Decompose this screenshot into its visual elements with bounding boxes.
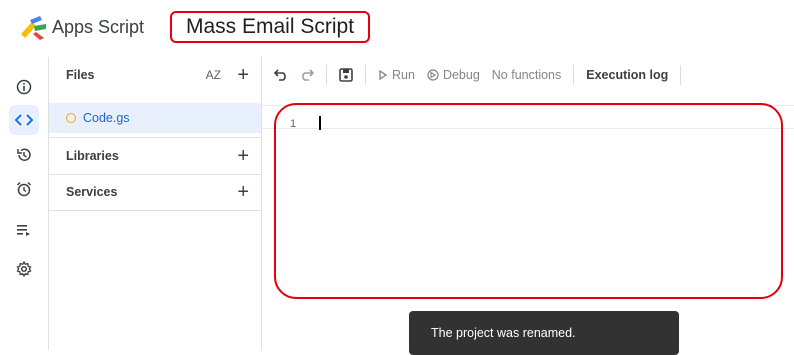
add-service-plus-icon[interactable]: + [237,181,249,204]
play-icon [379,70,388,80]
top-bar: Apps Script Mass Email Script [0,0,794,56]
app-name[interactable]: Apps Script [52,17,144,38]
files-header: Files AZ + [49,57,261,93]
file-name: Code.gs [83,111,130,125]
history-icon [17,148,31,161]
toast-message: The project was renamed. [431,326,576,340]
editor-toolbar: Run Debug No functions Execution log [262,57,794,93]
function-select[interactable]: No functions [492,68,561,82]
editor-highlight-annotation [274,103,783,299]
run-button[interactable]: Run [378,68,415,82]
libraries-label: Libraries [66,149,119,163]
redo-icon [302,69,314,81]
services-row[interactable]: Services + [49,174,261,211]
toolbar-divider [573,65,575,85]
libraries-row[interactable]: Libraries + [49,137,261,175]
left-rail [0,57,49,350]
editor-button[interactable] [9,105,39,135]
info-icon [16,79,32,95]
settings-icon [16,261,32,277]
triggers-history-button[interactable] [9,140,39,170]
apps-script-logo[interactable] [18,14,50,40]
debug-button[interactable]: Debug [427,68,480,82]
files-label: Files [66,68,95,82]
save-button[interactable] [339,68,353,82]
execution-log-button[interactable]: Execution log [586,68,668,82]
save-icon [339,68,353,82]
code-icon [15,114,33,126]
project-title[interactable]: Mass Email Script [170,11,371,43]
redo-button[interactable] [300,69,314,81]
toast-notification: The project was renamed. [409,311,679,355]
triggers-button[interactable] [9,174,39,204]
toolbar-divider [365,65,366,85]
project-settings-button[interactable] [9,254,39,284]
executions-icon [17,225,30,236]
file-dot-icon [66,113,76,123]
undo-icon [274,69,286,81]
add-file-plus-icon[interactable]: + [237,64,249,87]
services-label: Services [66,185,118,199]
files-panel: Files AZ + Code.gs Libraries + Services … [49,57,262,350]
undo-button[interactable] [274,69,288,81]
debug-label: Debug [442,68,480,82]
executions-button[interactable] [9,215,39,245]
toolbar-divider [680,65,682,85]
add-library-plus-icon[interactable]: + [237,145,249,168]
sort-az-icon[interactable]: AZ [206,68,221,82]
toolbar-divider [326,65,327,85]
file-item-code-gs[interactable]: Code.gs [49,103,261,133]
overview-button[interactable] [9,72,39,102]
run-label: Run [392,68,415,82]
debug-icon [427,69,439,81]
alarm-icon [16,181,32,197]
